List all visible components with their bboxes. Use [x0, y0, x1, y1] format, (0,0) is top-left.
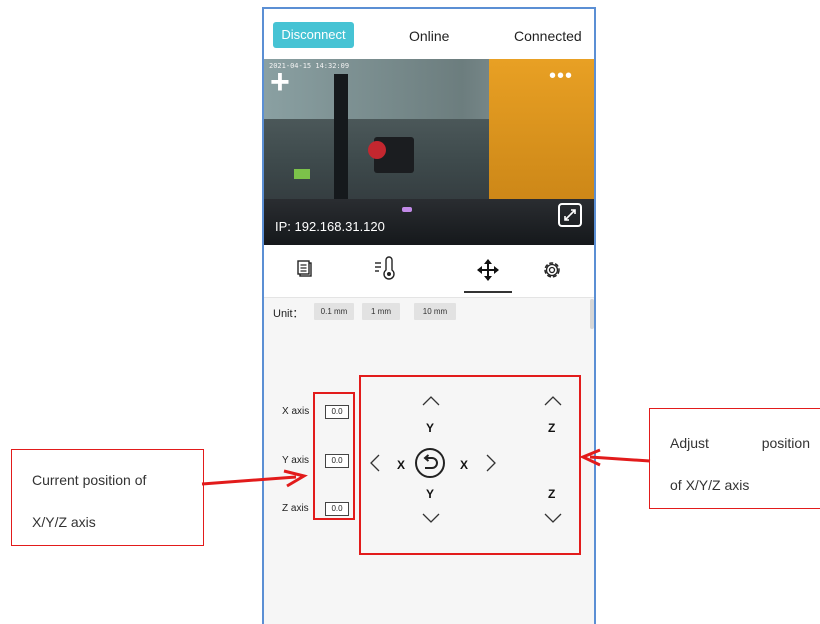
camera-purple-light: [402, 207, 412, 212]
tab-temperature[interactable]: [367, 255, 407, 285]
tab-settings[interactable]: [532, 255, 572, 285]
tab-files[interactable]: [286, 255, 326, 285]
plus-icon[interactable]: +: [270, 65, 290, 99]
position-callout-arrow: [201, 469, 308, 488]
right-scroll-hint: [590, 299, 594, 329]
unit-option-0-1mm[interactable]: 0.1 mm: [314, 303, 354, 320]
unit-option-1mm[interactable]: 1 mm: [362, 303, 400, 320]
tab-move[interactable]: [468, 255, 508, 285]
x-axis-label: X axis: [282, 406, 310, 417]
top-bar: Disconnect Online Connected: [264, 9, 594, 59]
position-callout-line1: Current position of: [32, 472, 147, 488]
adjust-callout-line1: Adjust position: [670, 435, 810, 451]
temperature-icon: [375, 256, 395, 280]
gear-icon: [544, 262, 560, 278]
camera-feed[interactable]: 2021-04-15 14:32:09 + ••• IP: 192.168.31…: [264, 59, 594, 245]
unit-option-10mm[interactable]: 10 mm: [414, 303, 456, 320]
position-callout: Current position of X/Y/Z axis: [11, 449, 204, 546]
position-readout-highlight: [313, 392, 355, 520]
fullscreen-icon[interactable]: [558, 203, 582, 227]
adjust-callout: Adjust position of X/Y/Z axis: [649, 408, 820, 509]
connection-status: Connected: [514, 28, 582, 44]
camera-red-fan: [368, 141, 386, 159]
camera-green-part: [294, 169, 310, 179]
tab-bar: [264, 245, 594, 298]
active-tab-indicator: [464, 291, 512, 293]
camera-ip-address: IP: 192.168.31.120: [275, 219, 385, 234]
move-icon: [477, 259, 499, 281]
adjust-callout-arrow: [579, 448, 651, 467]
disconnect-button[interactable]: Disconnect: [273, 22, 354, 48]
more-dots-icon[interactable]: •••: [549, 65, 573, 88]
file-list-icon: [297, 260, 312, 277]
camera-orange-panel: [489, 59, 594, 219]
online-status: Online: [409, 28, 450, 44]
z-axis-label: Z axis: [282, 503, 309, 514]
y-axis-label: Y axis: [282, 455, 310, 466]
adjust-callout-line2: of X/Y/Z axis: [670, 477, 750, 493]
movement-pad-highlight: [359, 375, 581, 555]
position-callout-line2: X/Y/Z axis: [32, 514, 96, 530]
unit-selector: Unit： 0.1 mm 1 mm 10 mm: [264, 299, 594, 327]
unit-label: Unit：: [273, 308, 304, 320]
